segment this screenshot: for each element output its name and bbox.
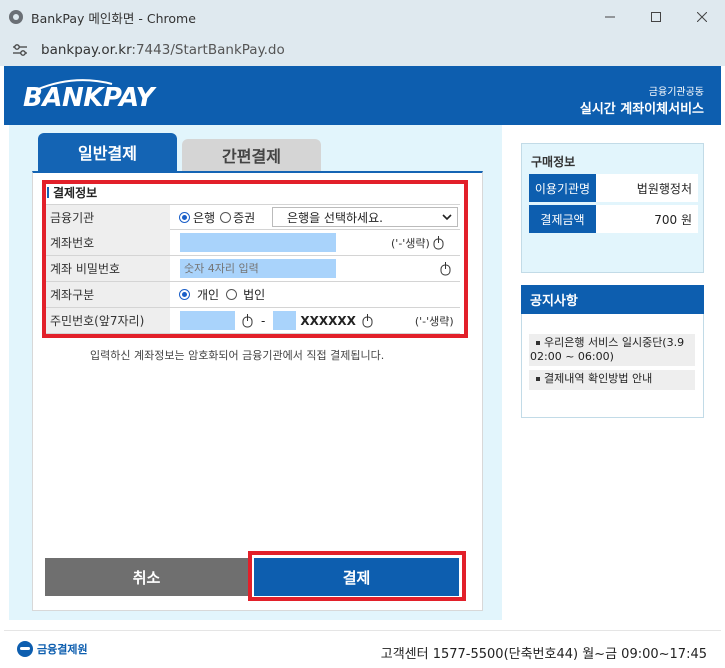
site-info-button[interactable] <box>9 39 31 61</box>
notice-item[interactable]: 결제내역 확인방법 안내 <box>529 370 695 390</box>
kftc-logo-icon <box>17 641 33 657</box>
amount-value: 700 원 <box>596 205 698 233</box>
encryption-notice: 입력하신 계좌정보는 암호화되어 금융기관에서 직접 결제됩니다. <box>90 349 385 362</box>
customer-center-info: 고객센터 1577-5500(단축번호44) 월~금 09:00~17:45 <box>380 647 707 662</box>
merchant-row: 이용기관명 법원행정처 <box>529 174 698 202</box>
header-subtitle: 금융기관공동 <box>648 87 704 98</box>
pay-button[interactable]: 결제 <box>254 558 459 596</box>
bankpay-header: BANKPAY 금융기관공동 실시간 계좌이체서비스 <box>4 66 721 125</box>
purchase-info-title: 구매정보 <box>531 155 576 169</box>
tab-general-payment[interactable]: 일반결제 <box>38 133 177 171</box>
payment-info-highlight <box>42 180 468 338</box>
close-icon <box>697 12 707 22</box>
merchant-value: 법원행정처 <box>596 174 698 202</box>
url-path: :7443/StartBankPay.do <box>131 42 285 58</box>
chrome-app-icon <box>9 10 23 24</box>
notices-title: 공지사항 <box>521 285 704 314</box>
kftc-logo-text: 금융결제원 <box>37 643 88 656</box>
header-title: 실시간 계좌이체서비스 <box>579 102 704 117</box>
minimize-button[interactable] <box>587 0 633 34</box>
cancel-button[interactable]: 취소 <box>45 558 248 596</box>
minimize-icon <box>605 16 615 18</box>
amount-row: 결제금액 700 원 <box>529 205 698 233</box>
window-controls <box>587 0 725 34</box>
address-bar: bankpay.or.kr:7443/StartBankPay.do <box>0 34 725 66</box>
window-title: BankPay 메인화면 - Chrome <box>31 10 196 26</box>
maximize-icon <box>651 12 661 22</box>
url-text[interactable]: bankpay.or.kr:7443/StartBankPay.do <box>41 42 285 58</box>
bankpay-logo: BANKPAY <box>23 83 154 113</box>
window-titlebar: BankPay 메인화면 - Chrome <box>0 0 725 34</box>
notice-item[interactable]: 우리은행 서비스 일시중단(3.9 02:00 ~ 06:00) <box>529 334 695 366</box>
close-button[interactable] <box>679 0 725 34</box>
tune-icon <box>13 44 27 56</box>
tab-simple-payment[interactable]: 간편결제 <box>182 139 321 171</box>
maximize-button[interactable] <box>633 0 679 34</box>
kftc-logo: 금융결제원 <box>17 641 88 657</box>
url-host: bankpay.or.kr <box>41 42 132 58</box>
merchant-label: 이용기관명 <box>529 174 596 202</box>
amount-label: 결제금액 <box>529 205 596 233</box>
